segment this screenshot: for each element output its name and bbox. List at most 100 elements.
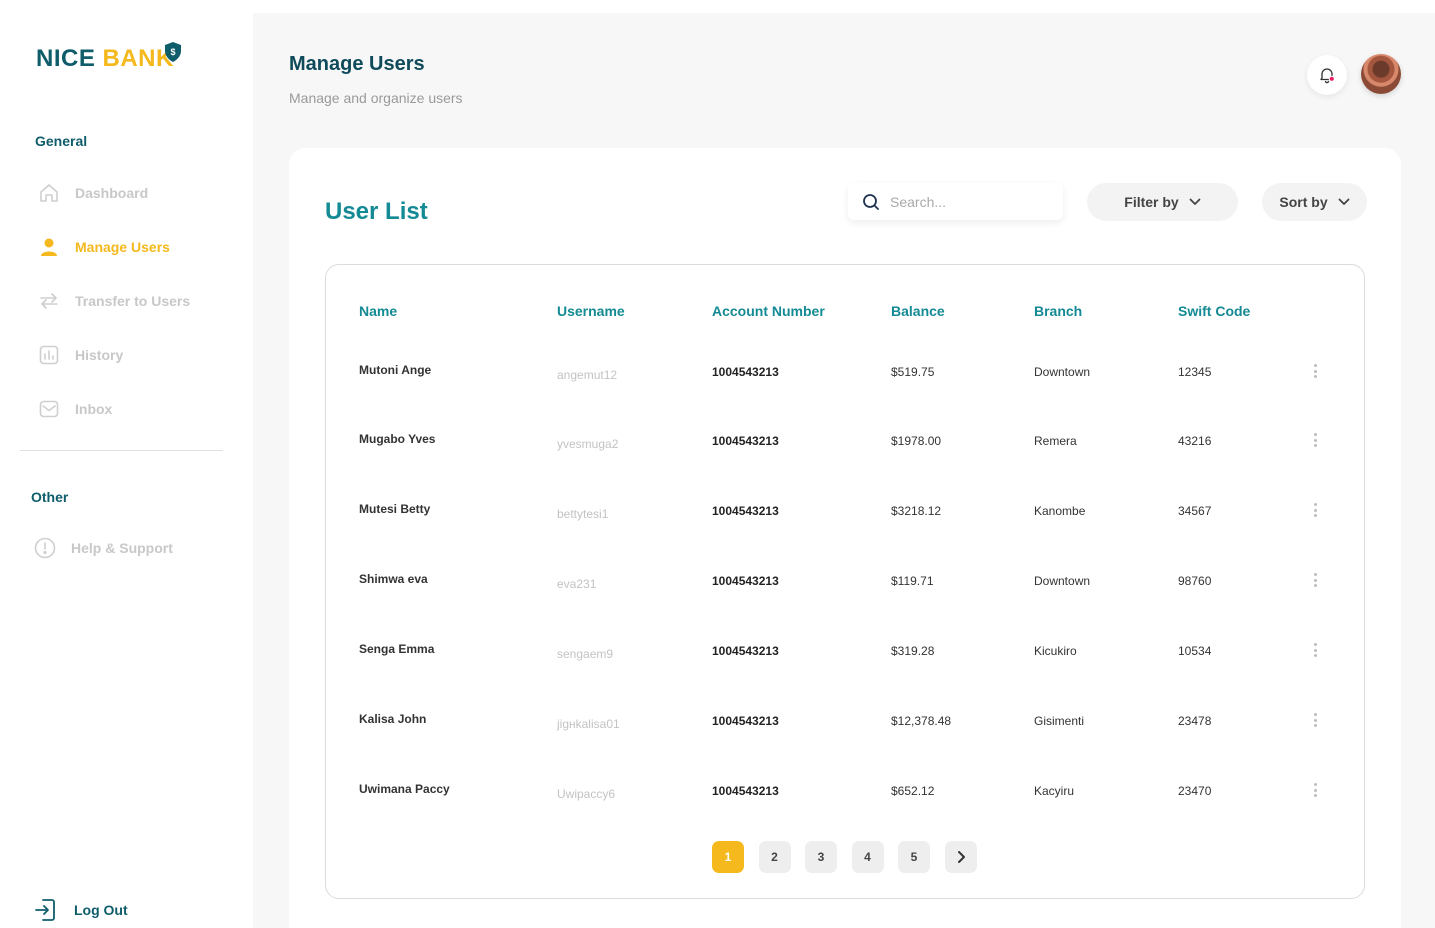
- cell-balance: $1978.00: [891, 434, 942, 448]
- cell-name: Mutoni Ange: [359, 363, 432, 377]
- cell-name: Mugabo Yves: [359, 432, 436, 446]
- search-icon: [863, 193, 879, 210]
- row-actions-menu-icon[interactable]: [1312, 432, 1318, 448]
- column-header-username[interactable]: Username: [557, 303, 625, 319]
- brand-logo[interactable]: NICE BANK: [36, 45, 174, 73]
- column-header-account-number[interactable]: Account Number: [712, 303, 825, 319]
- chevron-right-icon: [957, 851, 965, 863]
- chevron-down-icon: [1189, 198, 1201, 205]
- row-actions-menu-icon[interactable]: [1312, 782, 1318, 798]
- cell-swift-code: 34567: [1178, 504, 1212, 518]
- cell-name: Senga Emma: [359, 642, 435, 656]
- avatar[interactable]: [1361, 54, 1401, 94]
- page-button-1[interactable]: 1: [712, 841, 744, 873]
- row-actions-menu-icon[interactable]: [1312, 502, 1318, 518]
- table-row[interactable]: Uwimana Paccy Uwipaccy6 1004543213 $652.…: [326, 782, 1364, 802]
- sidebar-item-label: Transfer to Users: [75, 293, 191, 309]
- sidebar-item-history[interactable]: History: [38, 343, 123, 367]
- cell-balance: $3218.12: [891, 504, 942, 518]
- cell-branch: Downtown: [1034, 574, 1091, 588]
- filter-by-dropdown[interactable]: Filter by: [1087, 183, 1238, 221]
- row-actions-menu-icon[interactable]: [1312, 572, 1318, 588]
- table-row[interactable]: Kalisa John jigнkalisa01 1004543213 $12,…: [326, 712, 1364, 732]
- column-header-name[interactable]: Name: [359, 303, 397, 319]
- cell-name: Kalisa John: [359, 712, 427, 726]
- sidebar-item-transfer[interactable]: Transfer to Users: [38, 289, 190, 313]
- cell-branch: Remera: [1034, 434, 1077, 448]
- cell-account-number: 1004543213: [712, 434, 779, 448]
- section-label-other: Other: [31, 489, 69, 505]
- brand-name-part1: NICE: [36, 45, 96, 72]
- sidebar-item-help-support[interactable]: Help & Support: [34, 536, 173, 560]
- cell-name: Shimwa eva: [359, 572, 428, 586]
- chevron-down-icon: [1338, 198, 1350, 205]
- sidebar-item-dashboard[interactable]: Dashboard: [38, 181, 148, 205]
- sort-by-dropdown[interactable]: Sort by: [1262, 183, 1367, 221]
- search-box[interactable]: [848, 183, 1063, 220]
- cell-balance: $519.75: [891, 365, 935, 379]
- user-list-card: User List Filter by Sort by Name Usernam…: [289, 148, 1401, 928]
- cell-account-number: 1004543213: [712, 365, 779, 379]
- table-row[interactable]: Mugabo Yves yvesmuga2 1004543213 $1978.0…: [326, 432, 1364, 452]
- cell-account-number: 1004543213: [712, 714, 779, 728]
- cell-username: bettytesi1: [557, 507, 609, 521]
- page-button-4[interactable]: 4: [851, 841, 884, 873]
- cell-username: eva231: [557, 577, 597, 591]
- cell-username: yvesmuga2: [557, 437, 619, 451]
- column-header-branch[interactable]: Branch: [1034, 303, 1082, 319]
- cell-account-number: 1004543213: [712, 574, 779, 588]
- section-label-general: General: [35, 133, 88, 149]
- cell-branch: Downtown: [1034, 365, 1091, 379]
- mail-icon: [38, 398, 60, 420]
- column-header-balance[interactable]: Balance: [891, 303, 945, 319]
- table-row[interactable]: Mutoni Ange angemut12 1004543213 $519.75…: [326, 363, 1364, 383]
- page-button-2[interactable]: 2: [758, 841, 791, 873]
- alert-circle-icon: [34, 537, 56, 559]
- sidebar-item-manage-users[interactable]: Manage Users: [38, 235, 170, 259]
- cell-branch: Gisimenti: [1034, 714, 1085, 728]
- cell-balance: $119.71: [891, 574, 934, 588]
- cell-swift-code: 12345: [1178, 365, 1212, 379]
- table-row[interactable]: Senga Emma sengaem9 1004543213 $319.28 K…: [326, 642, 1364, 662]
- logout-button[interactable]: Log Out: [34, 898, 128, 922]
- cell-branch: Kanombe: [1034, 504, 1086, 518]
- sidebar-item-label: Manage Users: [75, 239, 170, 255]
- card-title: User List: [325, 198, 428, 225]
- cell-swift-code: 43216: [1178, 434, 1212, 448]
- cell-account-number: 1004543213: [712, 784, 779, 798]
- logout-label: Log Out: [74, 902, 128, 918]
- sidebar: NICE BANK $ General Dashboard Manage Use…: [0, 0, 253, 928]
- sidebar-item-inbox[interactable]: Inbox: [38, 397, 112, 421]
- row-actions-menu-icon[interactable]: [1312, 642, 1318, 658]
- user-icon: [38, 236, 60, 258]
- sidebar-item-label: Inbox: [75, 401, 113, 417]
- column-header-swift-code[interactable]: Swift Code: [1178, 303, 1250, 319]
- cell-name: Uwimana Paccy: [359, 782, 450, 796]
- shield-dollar-icon: $: [165, 42, 181, 62]
- sidebar-item-label: Dashboard: [75, 185, 149, 201]
- table-row[interactable]: Mutesi Betty bettytesi1 1004543213 $3218…: [326, 502, 1364, 522]
- main-content: Manage Users Manage and organize users U…: [253, 13, 1435, 928]
- row-actions-menu-icon[interactable]: [1312, 712, 1318, 728]
- history-chart-icon: [38, 344, 60, 366]
- cell-username: jigнkalisa01: [557, 717, 620, 731]
- transfer-icon: [38, 290, 60, 312]
- pagination: 1 2 3 4 5: [712, 841, 991, 873]
- cell-swift-code: 10534: [1178, 644, 1212, 658]
- row-actions-menu-icon[interactable]: [1312, 363, 1318, 379]
- users-table: Name Username Account Number Balance Bra…: [325, 264, 1365, 899]
- page-button-5[interactable]: 5: [898, 841, 930, 873]
- page-button-3[interactable]: 3: [805, 841, 837, 873]
- cell-balance: $652.12: [891, 784, 935, 798]
- notifications-button[interactable]: [1307, 55, 1347, 95]
- cell-account-number: 1004543213: [712, 644, 779, 658]
- cell-swift-code: 23478: [1178, 714, 1212, 728]
- next-page-button[interactable]: [944, 841, 977, 873]
- table-row[interactable]: Shimwa eva eva231 1004543213 $119.71 Dow…: [326, 572, 1364, 592]
- cell-account-number: 1004543213: [712, 504, 779, 518]
- search-input[interactable]: [890, 193, 1050, 210]
- page-title: Manage Users: [289, 53, 425, 75]
- cell-branch: Kicukiro: [1034, 644, 1077, 658]
- cell-branch: Kacyiru: [1034, 784, 1075, 798]
- sidebar-divider: [20, 450, 223, 451]
